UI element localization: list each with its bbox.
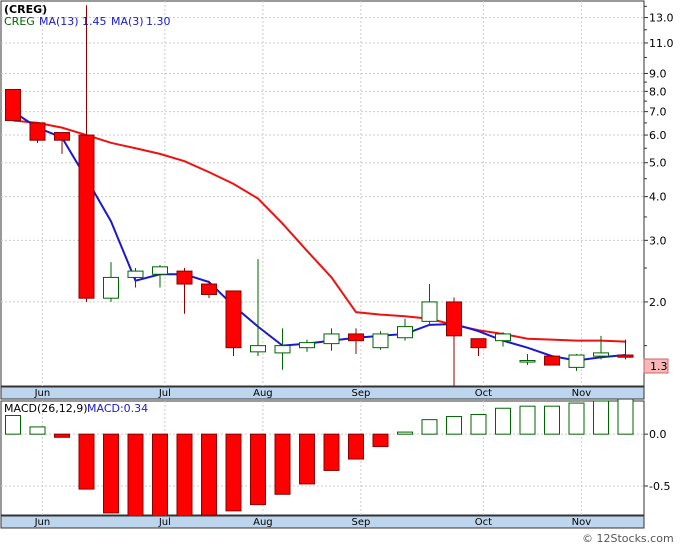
candle-body: [274, 345, 291, 354]
macd-bar: [78, 433, 95, 490]
macd-bar: [29, 426, 46, 435]
price-y-tick-label: 4.0: [649, 191, 667, 204]
candle-body: [201, 283, 217, 296]
macd-bar: [519, 405, 536, 435]
macd-bar: [274, 433, 291, 495]
macd-x-tick-label: Oct: [475, 517, 492, 528]
price-x-tick-label: Jul: [158, 388, 171, 399]
price-y-tick-label: 11.0: [649, 37, 674, 50]
price-x-tick-label: Sep: [351, 388, 370, 399]
price-y-tick-label: 2.0: [649, 296, 667, 309]
legend-ma13-label: MA(13): [39, 15, 79, 28]
candle-body: [593, 352, 609, 357]
macd-x-tick-label: Jul: [158, 517, 171, 528]
macd-bar: [544, 405, 560, 435]
candle-body: [348, 333, 364, 342]
candle-body: [568, 354, 585, 368]
legend-ma3-label: MA(3): [111, 15, 144, 28]
candlestick-chart: 13.011.09.08.07.06.05.04.03.02.00.0-0.5 …: [0, 0, 674, 545]
macd-bar: [54, 433, 70, 438]
macd-title: MACD(26,12,9): [4, 402, 88, 415]
watermark: © 12Stocks.com: [582, 532, 674, 545]
macd-value: MACD:0.34: [87, 402, 148, 415]
macd-bar: [323, 433, 340, 471]
candle-body: [544, 355, 560, 366]
macd-x-tick-label: Jun: [34, 517, 51, 528]
candle-body: [176, 270, 193, 285]
candle-body: [421, 301, 438, 322]
price-x-axis-bar: [0, 386, 645, 400]
legend-ma3-value: 1.30: [146, 15, 171, 28]
macd-bar: [617, 398, 634, 435]
macd-x-tick-label: Aug: [253, 517, 273, 528]
macd-bar: [176, 433, 193, 520]
legend-ticker: CREG: [4, 15, 35, 28]
macd-y-tick-label: -0.5: [649, 480, 670, 493]
price-y-tick-label: 13.0: [649, 12, 674, 25]
macd-x-tick-label: Nov: [572, 517, 592, 528]
price-y-tick-label: 7.0: [649, 106, 667, 119]
y-tick-labels: 13.0 11.0 9.0 8.0 7.0 6.0 5.0 4.0 3.0 2.0 0.0 -0.5: [644, 5, 674, 493]
macd-bar: [421, 419, 438, 435]
candle-body: [127, 270, 144, 278]
candle-body: [470, 338, 487, 349]
candle-body: [250, 345, 266, 353]
macd-bar: [225, 433, 242, 512]
candle-body: [152, 266, 168, 275]
macd-bar: [470, 413, 487, 435]
price-y-tick-label: 3.0: [649, 234, 667, 247]
macd-bar: [446, 416, 462, 435]
macd-bar: [397, 431, 413, 435]
price-x-tick-label: Aug: [253, 388, 273, 399]
macd-bar: [103, 433, 119, 514]
candle-body: [299, 342, 315, 349]
price-x-tick-label: Oct: [475, 388, 492, 399]
candle-body: [29, 122, 46, 141]
macd-bar: [299, 433, 315, 485]
candle-body: [617, 354, 634, 358]
candle-body: [397, 326, 413, 339]
macd-bar: [348, 433, 364, 460]
macd-bar: [201, 433, 217, 516]
price-y-tick-label: 9.0: [649, 67, 667, 80]
legend-ma13-value: 1.45: [82, 15, 107, 28]
price-x-tick-label: Jun: [34, 388, 51, 399]
macd-x-tick-label: Sep: [351, 517, 370, 528]
candle-body: [323, 333, 340, 345]
candle-body: [495, 333, 511, 342]
candle-body: [78, 134, 95, 299]
candle-body: [519, 360, 536, 363]
price-panel-frame: [0, 0, 645, 387]
macd-bar: [495, 407, 511, 435]
last-price-tag-text: 1.3: [650, 360, 668, 373]
candle-body: [54, 132, 70, 141]
price-y-tick-label: 5.0: [649, 157, 667, 170]
price-y-tick-label: 6.0: [649, 129, 667, 142]
price-y-tick-label: 8.0: [649, 85, 667, 98]
macd-x-axis-bar: [0, 515, 645, 529]
macd-bar: [127, 433, 144, 520]
price-x-tick-label: Nov: [572, 388, 592, 399]
macd-bar: [593, 400, 609, 435]
candle-body: [372, 333, 389, 349]
candle-body: [225, 290, 242, 349]
macd-bar: [568, 402, 585, 435]
macd-bar: [5, 415, 21, 435]
candle-body: [103, 276, 119, 299]
candle-body: [5, 88, 21, 122]
macd-bar: [152, 433, 168, 521]
macd-bar: [372, 433, 389, 448]
macd-bar: [250, 433, 266, 506]
candle-body: [446, 301, 462, 337]
macd-y-tick-label: 0.0: [649, 428, 667, 441]
